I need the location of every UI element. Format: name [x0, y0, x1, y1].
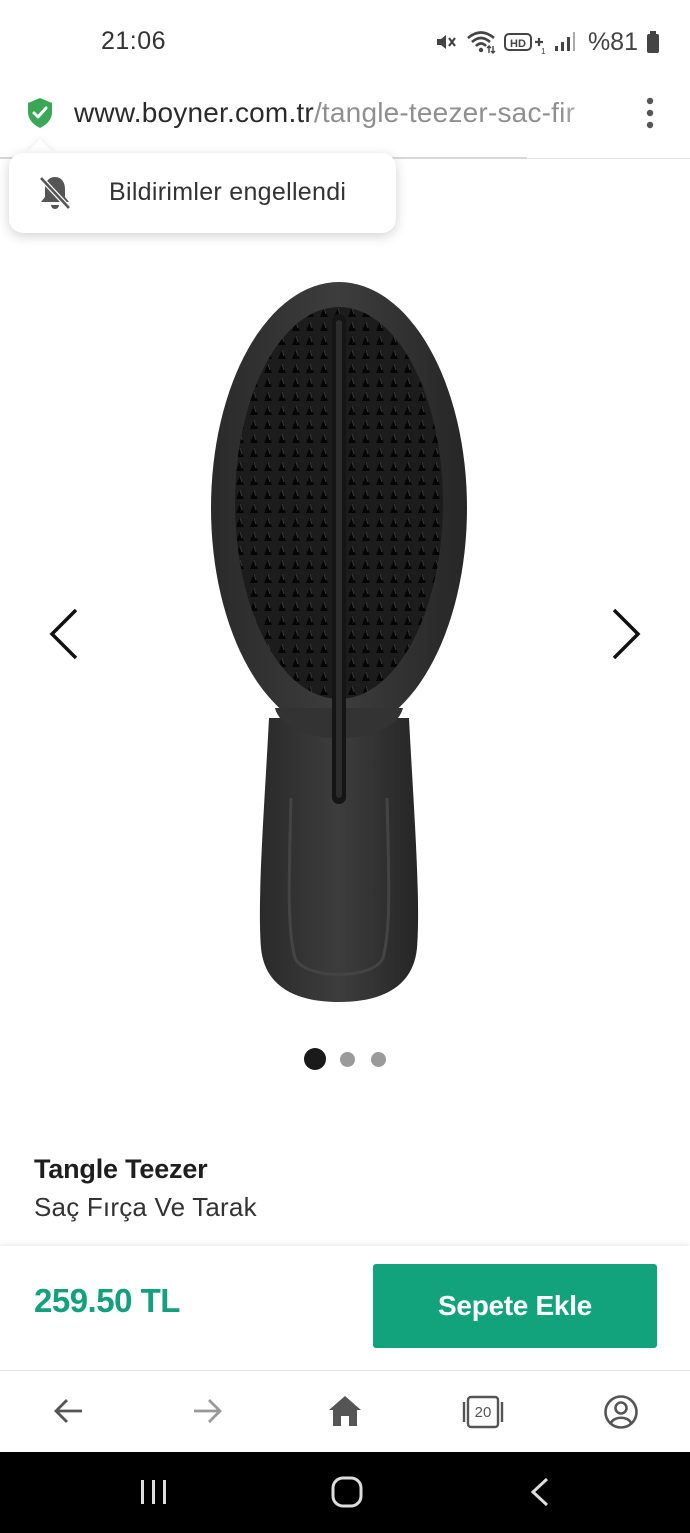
bell-off-icon [39, 176, 71, 210]
kebab-menu-icon[interactable] [640, 96, 660, 130]
url-path: /tangle-teezer-sac-fir [313, 97, 576, 128]
svg-text:HD: HD [510, 38, 526, 50]
carousel-prev-arrow-icon[interactable] [44, 606, 84, 662]
status-icons: HD 1 %81 [434, 25, 660, 59]
back-arrow-icon[interactable] [52, 1394, 86, 1428]
hairbrush-product-image[interactable] [205, 278, 473, 1004]
url-text[interactable]: www.boyner.com.tr/tangle-teezer-sac-fir [74, 97, 575, 129]
product-price: 259.50 TL [34, 1282, 180, 1319]
carousel-dots [0, 1048, 690, 1070]
product-brand[interactable]: Tangle Teezer [34, 1154, 208, 1185]
carousel-dot-active[interactable] [304, 1048, 326, 1070]
hd-plus-icon: HD 1 [503, 33, 546, 54]
battery-percent: %81 [587, 27, 638, 56]
profile-icon[interactable] [603, 1394, 639, 1430]
recents-icon[interactable] [138, 1478, 170, 1506]
wifi-icon [467, 31, 496, 54]
url-domain: www.boyner.com.tr [74, 97, 314, 128]
home-icon[interactable] [327, 1394, 363, 1428]
svg-text:1: 1 [541, 47, 546, 54]
carousel-dot[interactable] [371, 1052, 386, 1067]
tabs-button[interactable]: 20 [461, 1394, 505, 1430]
signal-icon [554, 32, 575, 51]
forward-arrow-icon[interactable] [190, 1394, 224, 1428]
status-time: 21:06 [101, 27, 167, 55]
notification-text: Bildirimler engellendi [109, 178, 347, 206]
mute-icon [436, 35, 456, 49]
product-name: Saç Fırça Ve Tarak [34, 1192, 257, 1222]
add-to-cart-button[interactable]: Sepete Ekle [373, 1264, 657, 1348]
battery-icon [647, 31, 659, 53]
carousel-next-arrow-icon[interactable] [606, 606, 646, 662]
home-circle-icon[interactable] [330, 1474, 364, 1510]
carousel-dot[interactable] [340, 1052, 355, 1067]
url-fade [560, 90, 626, 146]
shield-check-icon[interactable] [26, 97, 54, 129]
tab-count: 20 [474, 1403, 492, 1421]
back-chevron-icon[interactable] [528, 1476, 552, 1508]
